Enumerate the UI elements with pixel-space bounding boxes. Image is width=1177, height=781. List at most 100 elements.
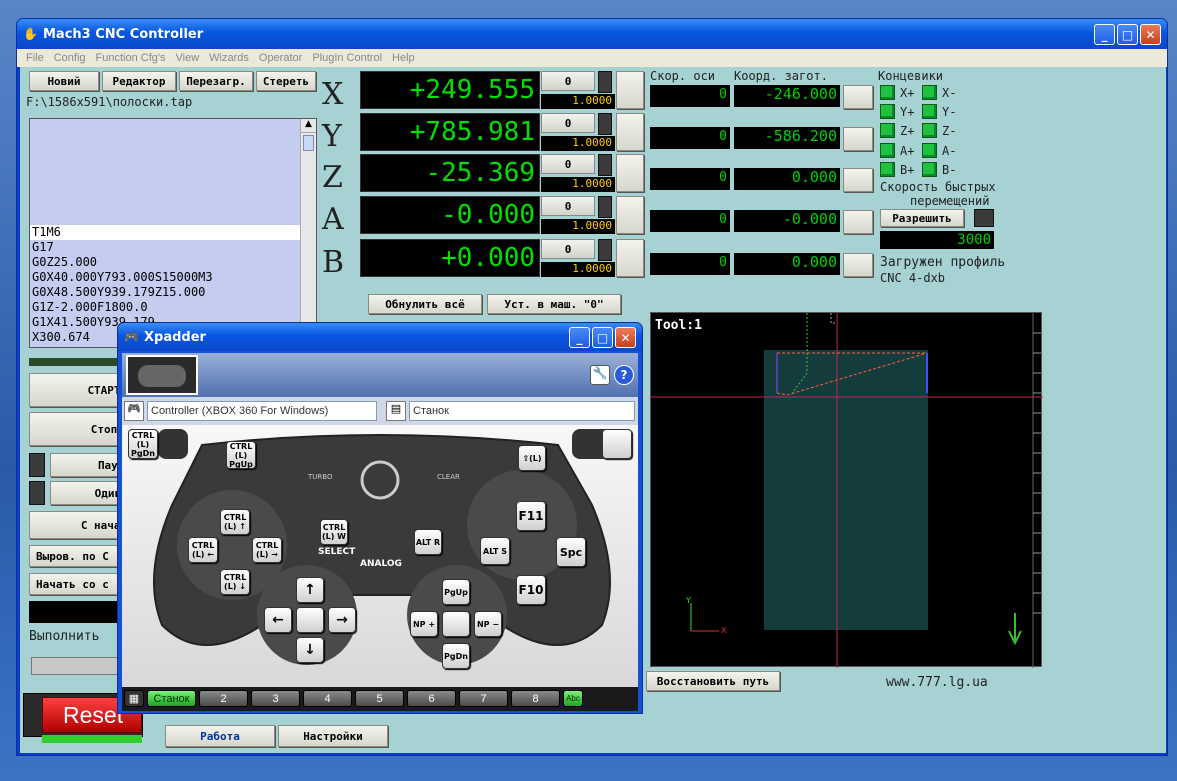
- key-right-bumper[interactable]: ⇧(L): [518, 445, 546, 471]
- key-left-stick-up[interactable]: CTRL (L) ↑: [220, 509, 250, 535]
- controller-thumbnail[interactable]: [126, 355, 198, 395]
- menu-function-cfgs[interactable]: Function Cfg's: [96, 52, 166, 64]
- help-icon[interactable]: ?: [614, 365, 634, 385]
- close-button[interactable]: ✕: [1140, 24, 1161, 45]
- xpadder-title-bar[interactable]: 🎮 Xpadder: [118, 323, 642, 351]
- ref-a-button[interactable]: [616, 196, 644, 234]
- minimize-button[interactable]: _: [1094, 24, 1115, 45]
- dpad-down[interactable]: ↓: [296, 637, 324, 663]
- maximize-button[interactable]: □: [1117, 24, 1138, 45]
- scale-x[interactable]: 1.0000: [541, 94, 615, 109]
- scale-a[interactable]: 1.0000: [541, 219, 615, 234]
- set-tab[interactable]: 2: [199, 690, 248, 707]
- coord-a[interactable]: -0.000: [734, 210, 840, 232]
- coord-x[interactable]: -246.000: [734, 85, 840, 107]
- editor-button[interactable]: Редактор: [102, 71, 176, 91]
- key-right-stick-up[interactable]: PgUp: [442, 579, 470, 605]
- tab-settings[interactable]: Настройки: [278, 725, 388, 747]
- menu-config[interactable]: Config: [54, 52, 86, 64]
- menu-wizards[interactable]: Wizards: [209, 52, 249, 64]
- dpad-right[interactable]: →: [328, 607, 356, 633]
- controller-select[interactable]: Controller (XBOX 360 For Windows): [147, 401, 377, 421]
- profile-icon[interactable]: ▤: [386, 401, 406, 421]
- restore-path-button[interactable]: Восстановить путь: [646, 671, 780, 691]
- set-tab[interactable]: 5: [355, 690, 404, 707]
- zero-y-button[interactable]: 0: [541, 113, 595, 133]
- sets-icon[interactable]: ▦: [124, 690, 144, 707]
- menu-plugin-control[interactable]: PlugIn Control: [312, 52, 382, 64]
- dro-x[interactable]: +249.555: [360, 71, 540, 109]
- key-left-bumper[interactable]: CTRL (L) PgUp: [226, 441, 256, 469]
- key-start[interactable]: ALT R: [414, 529, 442, 555]
- coord-z-button[interactable]: [843, 168, 873, 192]
- xpadder-minimize-button[interactable]: _: [569, 327, 590, 348]
- coord-y-button[interactable]: [843, 127, 873, 151]
- key-left-stick-down[interactable]: CTRL (L) ↓: [220, 569, 250, 595]
- ref-z-button[interactable]: [616, 154, 644, 192]
- toolpath-display[interactable]: Tool:1 Y X: [650, 312, 1043, 668]
- set-tab[interactable]: 4: [303, 690, 352, 707]
- scale-y[interactable]: 1.0000: [541, 136, 615, 151]
- key-a[interactable]: F10: [516, 575, 546, 605]
- dro-z[interactable]: -25.369: [360, 154, 540, 192]
- abc-button[interactable]: Abc: [563, 690, 583, 707]
- zero-a-button[interactable]: 0: [541, 196, 595, 216]
- xpadder-close-button[interactable]: ✕: [615, 327, 636, 348]
- coord-x-button[interactable]: [843, 85, 873, 109]
- coord-y[interactable]: -586.200: [734, 127, 840, 149]
- rapid-value[interactable]: 3000: [880, 231, 994, 249]
- menu-view[interactable]: View: [176, 52, 200, 64]
- enable-rapid-button[interactable]: Разрешить: [880, 209, 964, 227]
- gcode-scrollbar[interactable]: ▲: [300, 119, 316, 347]
- key-left-stick-left[interactable]: CTRL (L) ←: [188, 537, 218, 563]
- ref-x-button[interactable]: [616, 71, 644, 109]
- dpad-left[interactable]: ←: [264, 607, 292, 633]
- key-left-stick-right[interactable]: CTRL (L) →: [252, 537, 282, 563]
- scroll-thumb[interactable]: [303, 135, 314, 151]
- scale-z[interactable]: 1.0000: [541, 177, 615, 192]
- key-y[interactable]: F11: [516, 501, 546, 531]
- key-left-trigger[interactable]: CTRL (L) PgDn: [128, 429, 158, 459]
- dro-a[interactable]: -0.000: [360, 196, 540, 234]
- coord-b-button[interactable]: [843, 253, 873, 277]
- key-right-stick-right[interactable]: NP −: [474, 611, 502, 637]
- profile-select[interactable]: Станок: [409, 401, 635, 421]
- menu-help[interactable]: Help: [392, 52, 415, 64]
- key-x[interactable]: ALT S: [480, 537, 510, 565]
- title-bar[interactable]: ✋ Mach3 CNC Controller: [17, 19, 1167, 49]
- set-machine-zero-button[interactable]: Уст. в маш. "0": [487, 294, 621, 314]
- set-tab[interactable]: 7: [459, 690, 508, 707]
- coord-z[interactable]: 0.000: [734, 168, 840, 190]
- dro-b[interactable]: +0.000: [360, 239, 540, 277]
- dro-y[interactable]: +785.981: [360, 113, 540, 151]
- scale-b[interactable]: 1.0000: [541, 262, 615, 277]
- reload-button[interactable]: Перезагр.: [179, 71, 253, 91]
- gcode-listing[interactable]: T1M6 G17 G0Z25.000 G0X40.000Y793.000S150…: [29, 118, 317, 348]
- wrench-icon[interactable]: 🔧: [590, 365, 610, 385]
- zero-b-button[interactable]: 0: [541, 239, 595, 259]
- set-tab[interactable]: 8: [511, 690, 560, 707]
- key-right-stick-center[interactable]: [442, 611, 470, 637]
- menu-file[interactable]: File: [26, 52, 44, 64]
- key-right-stick-down[interactable]: PgDn: [442, 643, 470, 669]
- set-tab[interactable]: Станок: [147, 690, 196, 707]
- key-right-stick-left[interactable]: NP +: [410, 611, 438, 637]
- zero-z-button[interactable]: 0: [541, 154, 595, 174]
- key-back[interactable]: CTRL (L) W: [320, 519, 348, 545]
- ref-b-button[interactable]: [616, 239, 644, 277]
- clear-button[interactable]: Стереть: [256, 71, 316, 91]
- key-b[interactable]: Spc: [556, 537, 586, 567]
- coord-a-button[interactable]: [843, 210, 873, 234]
- key-right-trigger[interactable]: [602, 429, 632, 459]
- new-button[interactable]: Новий: [29, 71, 99, 91]
- scroll-up-icon[interactable]: ▲: [301, 119, 316, 133]
- zero-x-button[interactable]: 0: [541, 71, 595, 91]
- dpad-center[interactable]: [296, 607, 324, 633]
- controller-icon[interactable]: 🎮: [124, 401, 144, 421]
- coord-b[interactable]: 0.000: [734, 253, 840, 275]
- zero-all-button[interactable]: Обнулить всё: [368, 294, 482, 314]
- tab-work[interactable]: Работа: [165, 725, 275, 747]
- menu-operator[interactable]: Operator: [259, 52, 302, 64]
- set-tab[interactable]: 6: [407, 690, 456, 707]
- set-tab[interactable]: 3: [251, 690, 300, 707]
